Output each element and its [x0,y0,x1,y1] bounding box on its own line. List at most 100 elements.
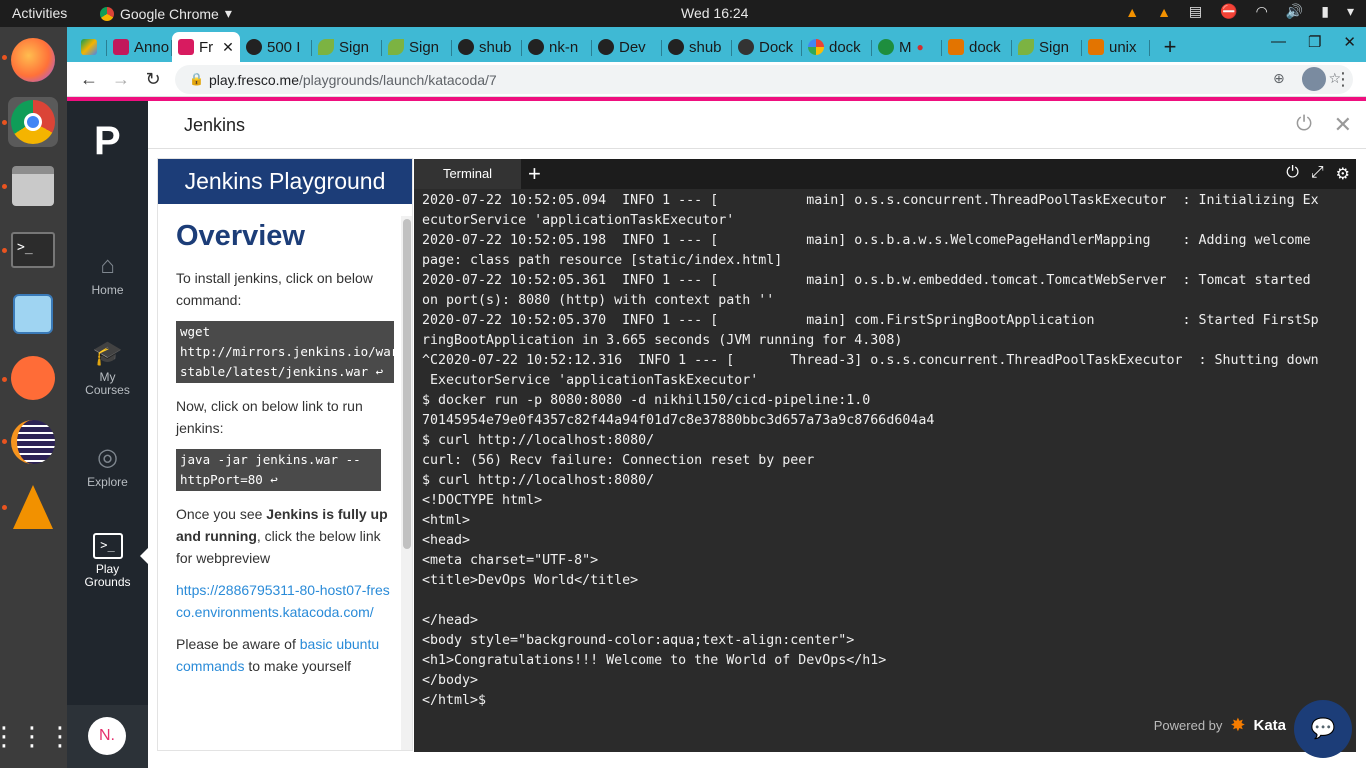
browser-tab[interactable]: shub [662,32,732,62]
terminal-toolbar: Terminal + ⏻ ⤢ ⚙ [414,159,1356,189]
text-span: to make yourself [244,658,352,674]
vlc-tray-icon[interactable]: ▲ [1157,4,1171,20]
power-icon[interactable]: ⏻ [1286,164,1299,184]
fresco-logo[interactable]: P [94,119,121,164]
github-icon [668,39,684,55]
close-tab-icon[interactable]: ✕ [222,39,234,56]
add-terminal-icon[interactable]: + [528,161,541,187]
browser-tab[interactable]: Sign [1012,32,1082,62]
vlc-tray-icon[interactable]: ▲ [1125,4,1139,20]
instruction-text: Please be aware of basic ubuntu commands… [176,633,394,677]
chat-icon[interactable]: 💬 [1294,700,1352,758]
install-app-icon[interactable]: ⊕ [1273,70,1285,87]
maximize-icon[interactable]: ❐ [1308,33,1321,51]
app-menu[interactable]: Google Chrome ▾ [100,5,232,22]
scrollbar-thumb[interactable] [403,219,411,549]
close-icon[interactable]: ✕ [1334,112,1352,138]
close-window-icon[interactable]: ✕ [1343,33,1356,51]
browser-tab[interactable]: M ● [872,32,942,62]
browser-tab[interactable]: dock [802,32,872,62]
sidebar-item-home[interactable]: ⌂ Home [67,253,148,298]
terminal-tab[interactable]: Terminal [414,159,521,189]
clipboard-icon[interactable]: ▤ [1189,3,1202,20]
sidebar-item-play-grounds[interactable]: >_ Play Grounds [67,533,148,589]
terminal-panel[interactable]: Terminal + ⏻ ⤢ ⚙ 2020-07-22 10:52:05.094… [414,159,1356,758]
profile-avatar[interactable] [1302,67,1326,91]
tab-label: nk-n [549,38,579,56]
volume-icon[interactable]: 🔊 [1286,3,1303,20]
running-indicator [2,248,7,253]
page-title: Jenkins [184,115,246,135]
terminal-output[interactable]: 2020-07-22 10:52:05.094 INFO 1 --- [ mai… [414,189,1356,713]
eclipse-icon[interactable] [8,417,58,467]
tab-strip: Anno Fr ✕ 500 I Sign Sign shub nk-n Dev s… [67,27,1366,62]
new-tab-button[interactable]: + [1150,32,1190,62]
address-bar[interactable]: 🔒 play.fresco.me/playgrounds/launch/kata… [175,65,1353,94]
webpreview-link[interactable]: https://2886795311-80-host07-fresco.envi… [176,582,390,620]
vlc-icon[interactable] [8,482,58,532]
more-menu-icon[interactable]: ⋮ [1334,69,1352,90]
virtualbox-icon[interactable] [8,289,58,339]
favicon-icon [113,39,129,55]
gear-icon[interactable]: ⚙ [1336,164,1350,184]
browser-tab[interactable]: 500 I [240,32,312,62]
postman-icon[interactable] [8,353,58,403]
browser-tab[interactable] [75,32,107,62]
browser-tab[interactable]: Sign [382,32,452,62]
browser-tab[interactable]: nk-n [522,32,592,62]
browser-tab[interactable]: dock [942,32,1012,62]
spring-leaf-icon [388,39,404,55]
sidebar-item-explore[interactable]: ◎ Explore [67,445,148,490]
tab-label: Sign [339,38,370,56]
tab-label: M [899,38,912,56]
tab-label: Dev [619,38,646,56]
system-top-bar: Activities Google Chrome ▾ Wed 16:24 ▲ ▲… [0,0,1366,27]
power-icon[interactable]: ⏻ [1296,113,1312,136]
minimize-icon[interactable]: — [1271,33,1286,51]
browser-tab[interactable]: Anno [107,32,172,62]
chrome-dock-icon[interactable] [8,97,58,147]
running-indicator [2,377,7,382]
tab-label: dock [829,38,861,56]
tab-label: unix [1109,38,1137,56]
show-applications-icon[interactable]: ⋮⋮⋮ [0,711,73,761]
browser-tab[interactable]: Dev [592,32,662,62]
clock[interactable]: Wed 16:24 [681,5,748,21]
user-avatar[interactable]: N. [88,717,126,755]
running-indicator [2,439,7,444]
do-not-disturb-icon[interactable]: ⛔ [1220,3,1237,20]
recording-dot-icon: ● [916,40,924,54]
powered-by: Powered by ✸ Kata [1154,715,1286,736]
sidebar-item-my-courses[interactable]: 🎓 My Courses [67,341,148,397]
battery-icon[interactable]: ▮ [1321,3,1329,20]
firefox-icon[interactable] [8,35,58,85]
browser-tab[interactable]: Sign [312,32,382,62]
forward-button[interactable]: → [105,69,137,90]
tab-label: shub [479,38,512,56]
browser-tab[interactable]: Dock [732,32,802,62]
meet-icon [878,39,894,55]
files-icon[interactable] [8,161,58,211]
chevron-down-icon[interactable]: ▾ [1347,3,1354,20]
tab-label: Dock [759,38,794,56]
browser-tab[interactable]: shub [452,32,522,62]
link-paragraph: https://2886795311-80-host07-fresco.envi… [176,579,394,623]
running-indicator [2,120,7,125]
back-button[interactable]: ← [73,69,105,90]
scrollbar[interactable] [401,216,412,750]
browser-tab[interactable]: unix [1082,32,1150,62]
guide-body: Overview To install jenkins, click on be… [158,220,412,677]
fullscreen-icon[interactable]: ⤢ [1311,164,1324,184]
lock-icon[interactable]: 🔒 [189,72,204,86]
activities-button[interactable]: Activities [12,5,67,21]
terminal-icon[interactable]: >_ [8,225,58,275]
sidebar-item-label: Play Grounds [84,562,131,589]
system-tray[interactable]: ▲ ▲ ▤ ⛔ ◠ 🔊 ▮ ▾ [1125,3,1354,20]
reload-button[interactable]: ↻ [137,69,169,90]
fresco-icon [178,39,194,55]
active-indicator [140,548,148,564]
command-block[interactable]: java -jar jenkins.war -- httpPort=80 ↩ [176,449,381,491]
wifi-icon[interactable]: ◠ [1256,3,1268,20]
command-block[interactable]: wget http://mirrors.jenkins.io/war- stab… [176,321,394,383]
browser-tab-active[interactable]: Fr ✕ [172,32,240,62]
